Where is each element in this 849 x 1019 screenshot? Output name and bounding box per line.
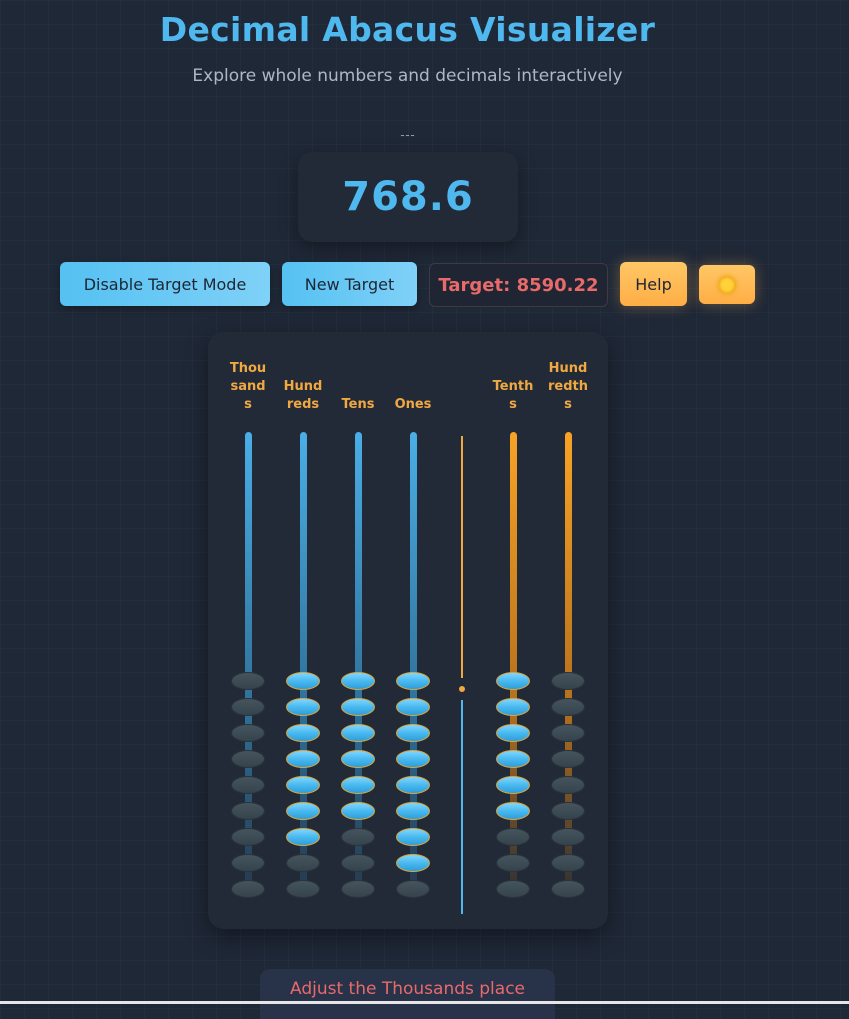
bead[interactable]	[551, 854, 585, 872]
bead[interactable]	[286, 854, 320, 872]
bead[interactable]	[231, 854, 265, 872]
bead-active[interactable]	[396, 828, 430, 846]
bead[interactable]	[341, 828, 375, 846]
bead-active[interactable]	[496, 672, 530, 690]
bead-active[interactable]	[286, 802, 320, 820]
bead-active[interactable]	[341, 698, 375, 716]
value-display: 768.6	[298, 152, 518, 242]
column-label-hundreds: Hund reds	[283, 379, 323, 412]
current-value: 768.6	[342, 174, 474, 220]
bead[interactable]	[231, 776, 265, 794]
bead[interactable]	[231, 698, 265, 716]
bead-active[interactable]	[396, 724, 430, 742]
bead-active[interactable]	[341, 724, 375, 742]
bead-active[interactable]	[496, 776, 530, 794]
bead[interactable]	[231, 724, 265, 742]
bead[interactable]	[231, 828, 265, 846]
bead[interactable]	[341, 854, 375, 872]
loading-icon: ˷˷˷	[400, 126, 415, 137]
page-subtitle: Explore whole numbers and decimals inter…	[192, 66, 623, 86]
bead[interactable]	[231, 802, 265, 820]
bead-active[interactable]	[286, 672, 320, 690]
sun-icon	[718, 275, 736, 294]
bead[interactable]	[551, 828, 585, 846]
bead-active[interactable]	[286, 828, 320, 846]
bead-active[interactable]	[396, 750, 430, 768]
target-badge: Target: 8590.22	[429, 263, 608, 307]
bead-active[interactable]	[286, 750, 320, 768]
bead[interactable]	[551, 672, 585, 690]
disable-target-mode-button[interactable]: Disable Target Mode	[60, 262, 270, 306]
hint-banner: Adjust the Thousands place	[260, 969, 555, 1019]
bead-active[interactable]	[341, 776, 375, 794]
page-title: Decimal Abacus Visualizer	[159, 10, 656, 49]
bead-active[interactable]	[341, 802, 375, 820]
bead-active[interactable]	[396, 776, 430, 794]
column-label-ones: Ones	[394, 397, 432, 412]
bead-active[interactable]	[396, 698, 430, 716]
bead[interactable]	[551, 802, 585, 820]
new-target-button[interactable]: New Target	[282, 262, 417, 306]
bead[interactable]	[551, 724, 585, 742]
decimal-divider-upper	[461, 436, 463, 678]
column-label-tens: Tens	[341, 397, 375, 412]
hint-text: Adjust the Thousands place	[289, 979, 526, 999]
theme-toggle-button[interactable]	[699, 265, 755, 304]
bead-active[interactable]	[286, 724, 320, 742]
bead-active[interactable]	[396, 672, 430, 690]
bead-active[interactable]	[396, 802, 430, 820]
column-label-thousands: Thou sand s	[229, 361, 267, 412]
bead[interactable]	[231, 672, 265, 690]
bead[interactable]	[231, 880, 265, 898]
bead[interactable]	[551, 880, 585, 898]
bead[interactable]	[496, 828, 530, 846]
help-button[interactable]: Help	[620, 262, 687, 306]
bead[interactable]	[286, 880, 320, 898]
bead-active[interactable]	[496, 724, 530, 742]
bead-active[interactable]	[396, 854, 430, 872]
bead-active[interactable]	[496, 802, 530, 820]
bead-active[interactable]	[341, 750, 375, 768]
bead[interactable]	[396, 880, 430, 898]
bead-active[interactable]	[496, 698, 530, 716]
decimal-divider-lower	[461, 700, 463, 914]
bead-active[interactable]	[286, 776, 320, 794]
bead[interactable]	[341, 880, 375, 898]
bead-active[interactable]	[286, 698, 320, 716]
bead[interactable]	[231, 750, 265, 768]
bead[interactable]	[551, 750, 585, 768]
bead-active[interactable]	[341, 672, 375, 690]
bead[interactable]	[551, 698, 585, 716]
bead-active[interactable]	[496, 750, 530, 768]
bead[interactable]	[496, 854, 530, 872]
bead[interactable]	[551, 776, 585, 794]
decimal-point-marker	[459, 686, 465, 692]
column-label-hundredths: Hund redth s	[547, 361, 588, 412]
column-label-tenths: Tenth s	[492, 379, 534, 412]
bead[interactable]	[496, 880, 530, 898]
